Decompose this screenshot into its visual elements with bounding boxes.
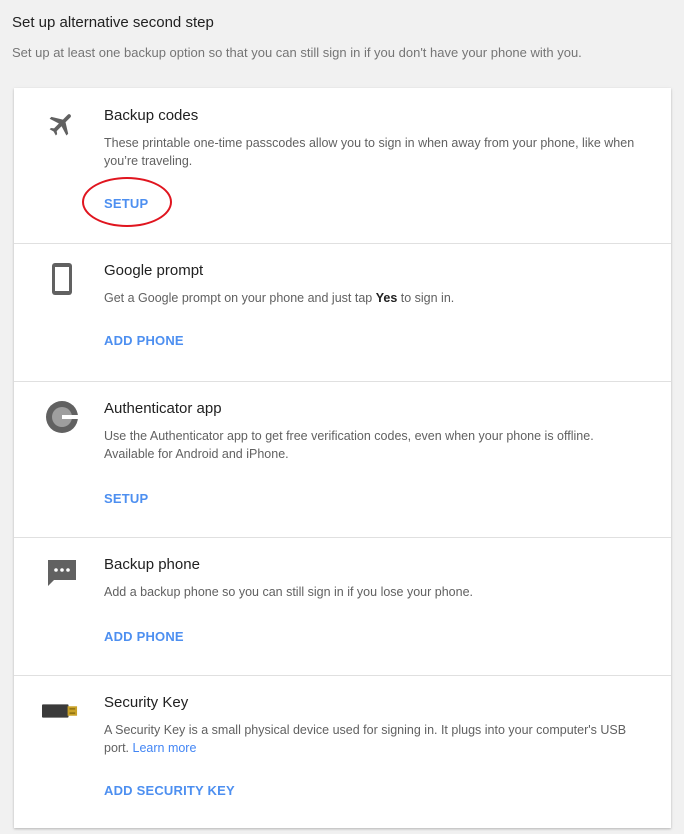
option-backup-phone: Backup phone Add a backup phone so you c…	[14, 537, 671, 676]
bold-yes: Yes	[375, 291, 398, 305]
option-description: Use the Authenticator app to get free ve…	[104, 429, 594, 461]
option-google-prompt: Google prompt Get a Google prompt on you…	[14, 243, 671, 382]
authenticator-icon	[44, 399, 80, 435]
message-icon	[44, 555, 80, 591]
option-description: Add a backup phone so you can still sign…	[104, 585, 473, 599]
add-security-key-button[interactable]: ADD SECURITY KEY	[104, 783, 235, 798]
option-title: Backup phone	[104, 556, 200, 573]
usb-key-icon	[42, 693, 78, 729]
option-description: Get a Google prompt on your phone and ju…	[104, 291, 455, 305]
authenticator-setup-button[interactable]: SETUP	[104, 491, 148, 506]
highlight-circle-annotation	[82, 177, 172, 227]
google-prompt-add-phone-button[interactable]: ADD PHONE	[104, 333, 184, 348]
page-subtitle: Set up at least one backup option so tha…	[12, 45, 582, 60]
option-title: Authenticator app	[104, 400, 222, 417]
learn-more-link[interactable]: Learn more	[133, 741, 197, 755]
airplane-icon	[44, 106, 80, 142]
phone-icon	[44, 261, 80, 297]
page-title: Set up alternative second step	[12, 14, 214, 31]
option-title: Security Key	[104, 694, 189, 711]
option-title: Google prompt	[104, 262, 204, 279]
option-title: Backup codes	[104, 107, 199, 124]
option-authenticator-app: Authenticator app Use the Authenticator …	[14, 381, 671, 538]
option-description: These printable one-time passcodes allow…	[104, 136, 635, 168]
option-security-key: Security Key A Security Key is a small p…	[14, 675, 671, 828]
option-description: A Security Key is a small physical devic…	[104, 723, 627, 755]
backup-phone-add-phone-button[interactable]: ADD PHONE	[104, 629, 184, 644]
